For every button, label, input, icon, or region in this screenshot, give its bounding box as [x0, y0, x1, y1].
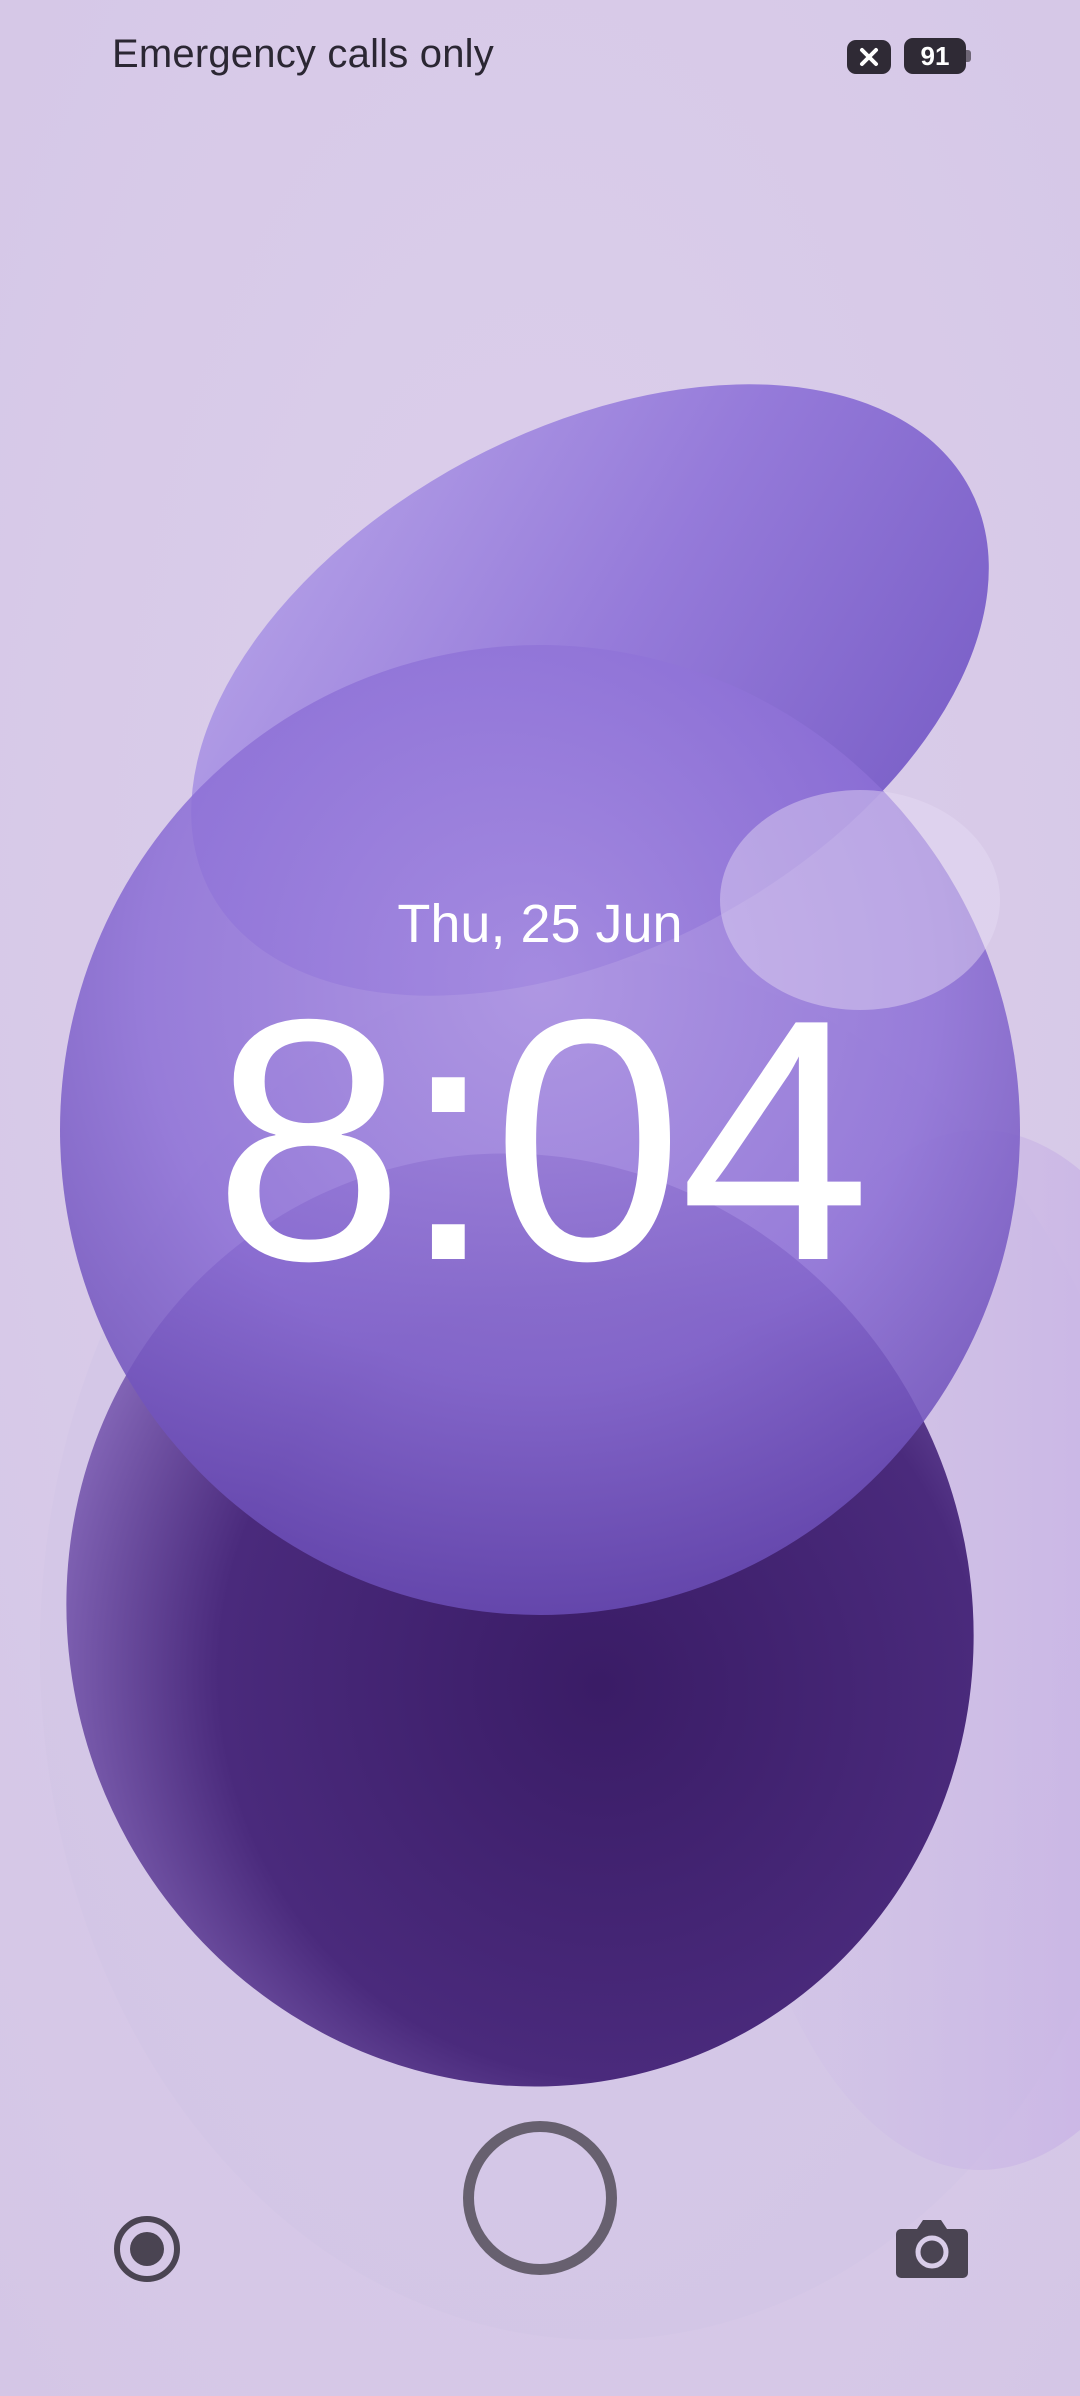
status-bar: Emergency calls only 91 — [0, 0, 1080, 115]
camera-icon — [896, 2220, 968, 2278]
no-sim-icon — [847, 40, 891, 74]
battery-icon: 91 — [904, 38, 966, 74]
record-shortcut-button[interactable] — [112, 2214, 182, 2284]
carrier-status-text: Emergency calls only — [112, 32, 494, 76]
lockscreen-clock[interactable]: 8:04 — [0, 950, 1080, 1330]
unlock-ring-icon[interactable] — [463, 2121, 617, 2275]
battery-tip — [966, 50, 971, 62]
lockscreen-date: Thu, 25 Jun — [397, 894, 683, 954]
camera-shortcut-button[interactable] — [895, 2215, 969, 2279]
record-icon — [114, 2216, 180, 2282]
